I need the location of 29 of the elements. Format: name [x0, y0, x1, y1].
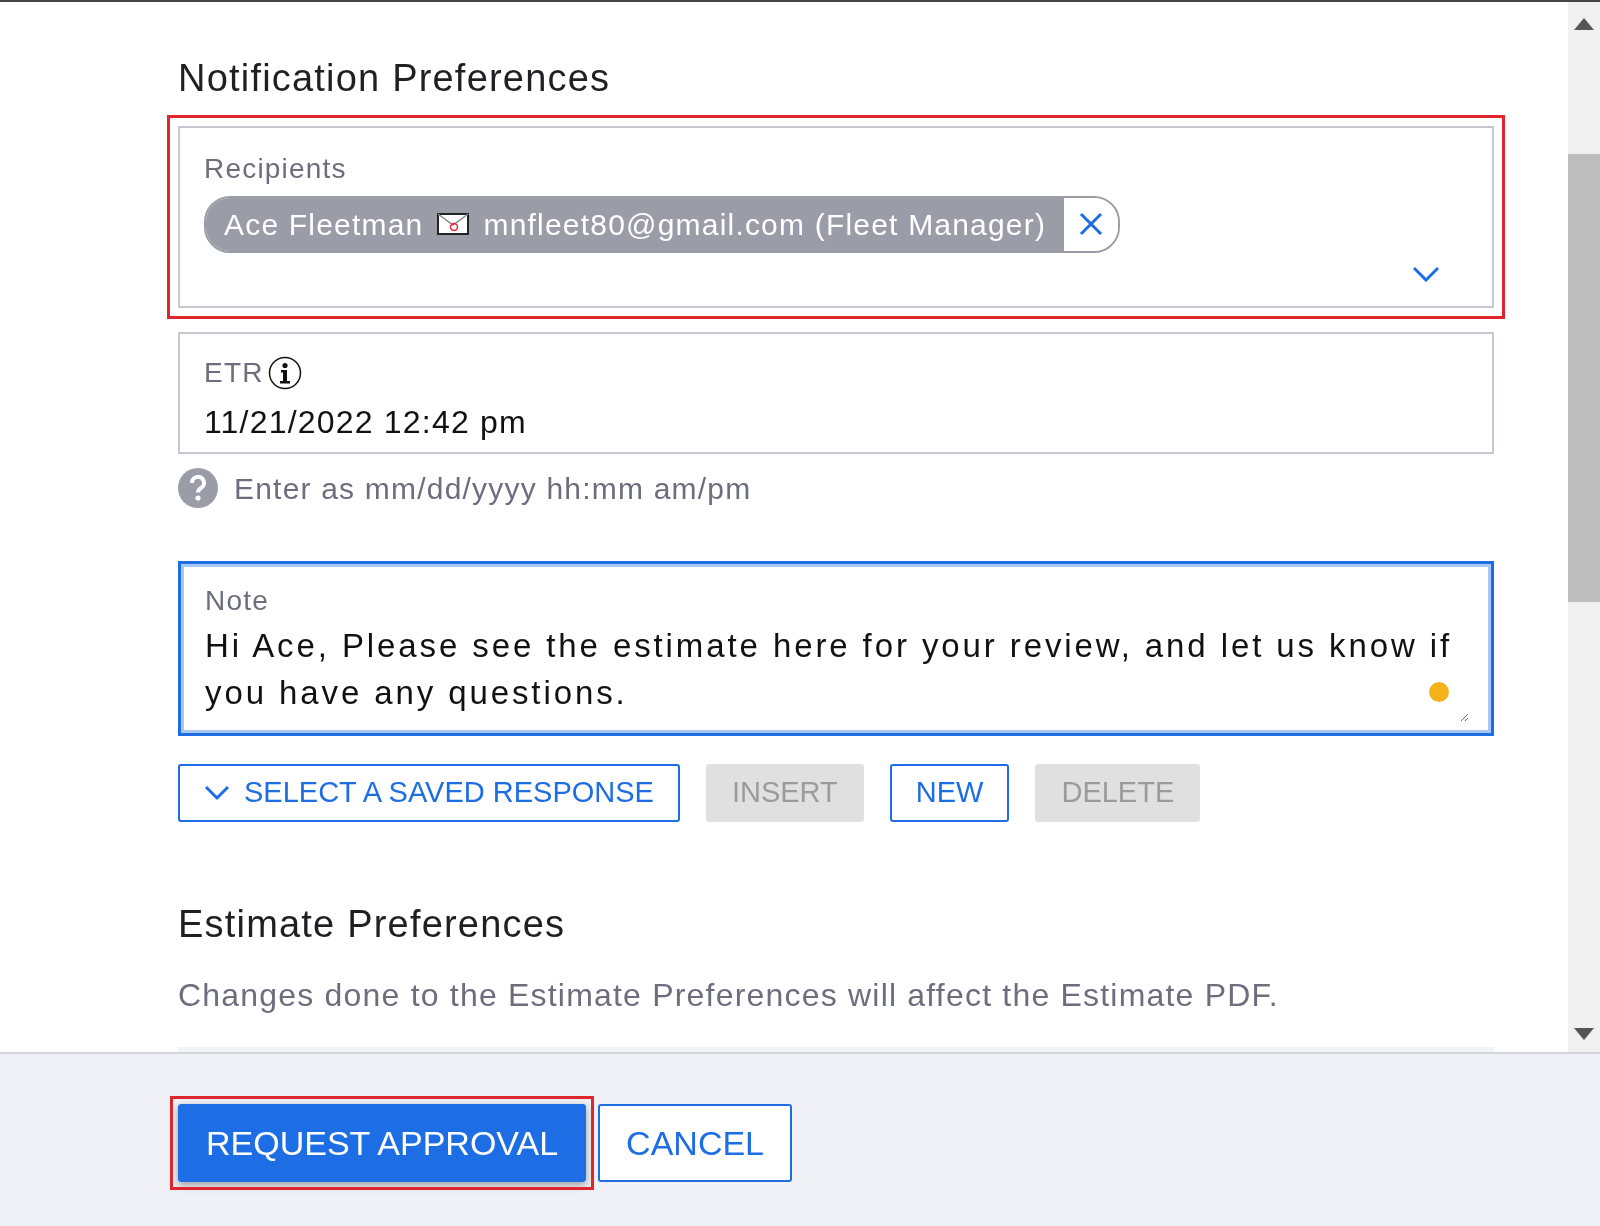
section-heading: Estimate Preferences — [178, 901, 567, 947]
action-button[interactable]: SELECT A SAVED RESPONSE — [178, 763, 680, 822]
info-icon[interactable] — [267, 355, 302, 390]
chevron-down-icon — [204, 784, 230, 801]
section-heading: Notification Preferences — [178, 56, 612, 101]
scroll-down-icon[interactable] — [1574, 1028, 1594, 1040]
section-description: Changes done to the Estimate Preferences will affect the Estimate PDF. — [178, 976, 1280, 1016]
note-field[interactable]: Note Hi Ace, Please see the estimate here for your review, and let us know if you have any questions. — [178, 560, 1494, 736]
action-button[interactable]: NEW — [889, 763, 1010, 822]
hint-text: Enter as mm/dd/yyyy hh:mm am/pm — [234, 470, 752, 507]
request-button[interactable]: REQUEST APPROVAL — [178, 1104, 587, 1182]
close-icon — [1078, 211, 1105, 238]
help-icon — [178, 468, 218, 509]
chevron-down-icon[interactable] — [1412, 265, 1440, 282]
field-label: Note — [205, 583, 270, 618]
envelope-icon — [437, 213, 470, 236]
field-label: Recipients — [204, 151, 348, 186]
field-value: 11/21/2022 12:42 pm — [204, 402, 528, 442]
scroll-up-icon[interactable] — [1574, 18, 1594, 30]
scrollbar-thumb[interactable] — [1568, 154, 1600, 602]
recipient-email: mnfleet80@gmail.com (Fleet Manager) — [483, 206, 1047, 243]
recipient-chip[interactable]: Ace Fleetman mnfleet80@gmail.com (Fleet Manager) — [204, 195, 1121, 253]
etr-field[interactable]: ETR 11/21/2022 12:42 pm — [178, 331, 1494, 454]
cancel-button[interactable]: CANCEL — [598, 1104, 793, 1182]
recipient-name: Ace Fleetman — [224, 206, 424, 243]
field-label: ETR — [204, 355, 264, 390]
status-dot — [1429, 681, 1449, 702]
recipients-field[interactable]: Recipients Ace Fleetman mnfleet80@gmail.com (Fleet Manager) — [178, 125, 1494, 308]
note-input[interactable]: Hi Ace, Please see the estimate here for your review, and let us know if you have any questions. — [205, 621, 1469, 722]
